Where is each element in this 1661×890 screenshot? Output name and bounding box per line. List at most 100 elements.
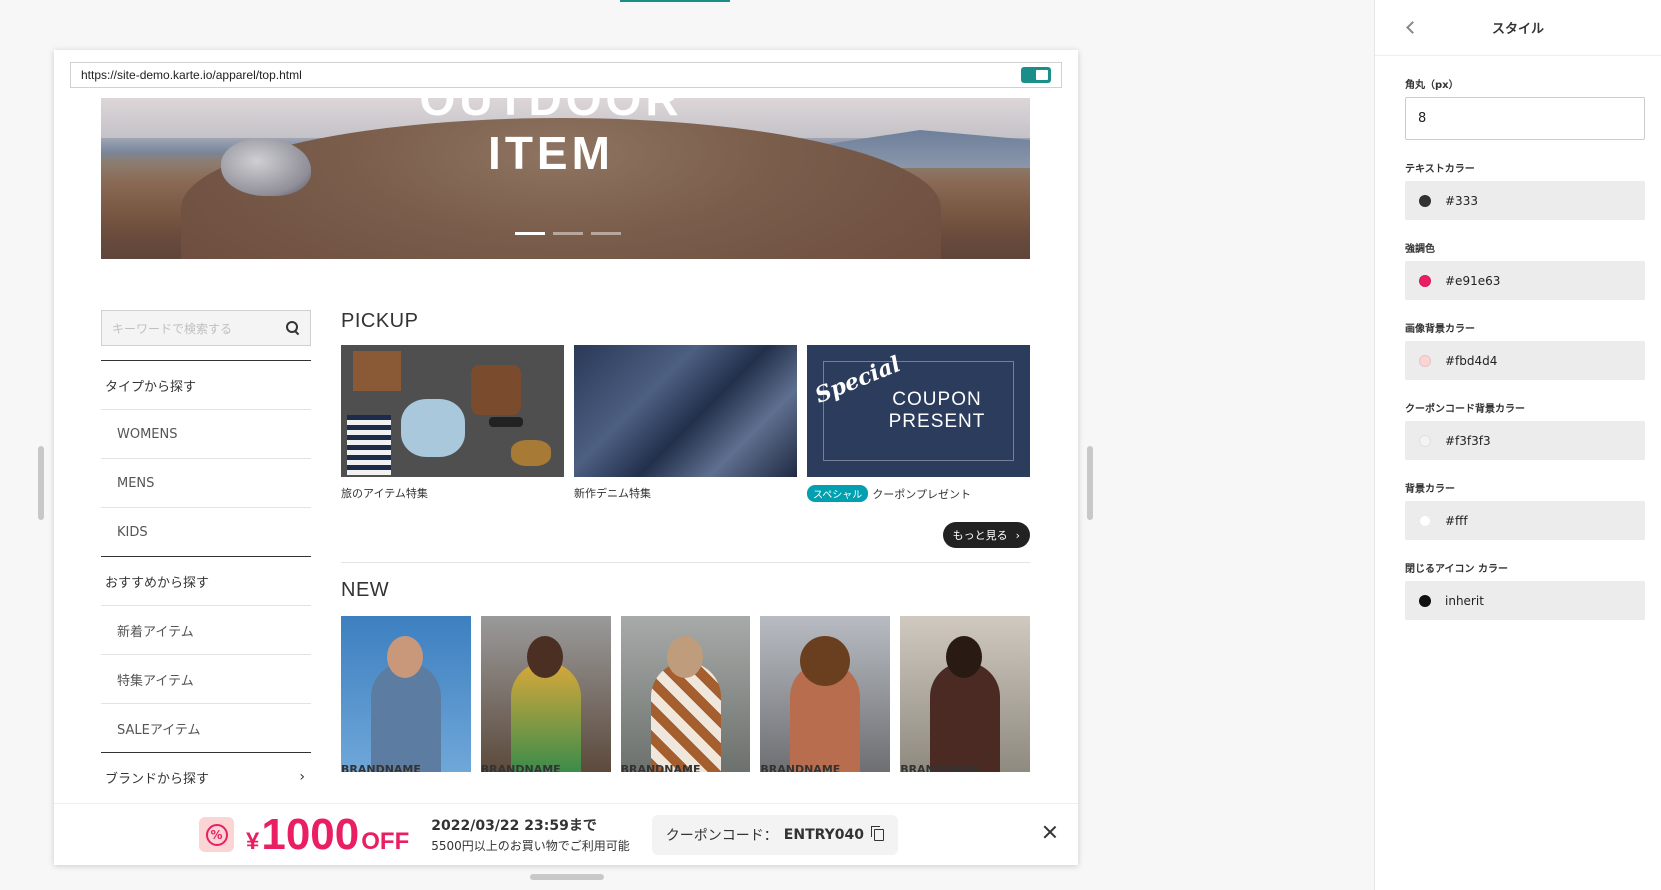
accent-color-field: 強調色 #e91e63 xyxy=(1405,240,1645,300)
menu-item-new-items[interactable]: 新着アイテム xyxy=(101,605,311,654)
discount-amount: ¥ 1000 OFF xyxy=(246,810,409,860)
main-content: PICKUP 旅のアイテム特集 新作デニム特集 Special COUPON P… xyxy=(341,310,1030,772)
menu-item-kids[interactable]: KIDS xyxy=(101,507,311,556)
new-product-card[interactable]: BRANDNAME xyxy=(900,616,1030,772)
bg-color-value: #fff xyxy=(1445,513,1468,528)
pickup-card-denim[interactable]: 新作デニム特集 xyxy=(574,345,797,502)
pickup-grid: 旅のアイテム特集 新作デニム特集 Special COUPON PRESENT xyxy=(341,345,1030,502)
coupon-image-line1: COUPON xyxy=(892,389,982,410)
new-product-card[interactable]: BRANDNAME xyxy=(760,616,891,772)
discount-number: 1000 xyxy=(261,809,360,859)
menu-item-recommend[interactable]: おすすめから探す xyxy=(101,556,311,605)
menu-item-sale-items[interactable]: SALEアイテム xyxy=(101,703,311,752)
color-swatch[interactable] xyxy=(1419,594,1431,607)
coupon-code-bg-color-field: クーポンコード背景カラー #f3f3f3 xyxy=(1405,400,1645,460)
menu-item-label: タイプから探す xyxy=(105,379,197,395)
radius-label: 角丸（px） xyxy=(1405,80,1459,91)
menu-item-womens[interactable]: WOMENS xyxy=(101,409,311,458)
product-brand-label: BRANDNAME xyxy=(480,763,561,772)
new-product-card[interactable]: BRANDNAME xyxy=(620,616,751,772)
pickup-image-denim xyxy=(574,345,797,477)
pickup-title: PICKUP xyxy=(341,310,419,332)
color-swatch[interactable] xyxy=(1419,434,1431,447)
text-color-value: #333 xyxy=(1445,193,1478,208)
bottom-resize-handle[interactable] xyxy=(530,874,604,880)
color-swatch[interactable] xyxy=(1419,274,1431,287)
new-product-card[interactable]: BRANDNAME xyxy=(480,616,611,772)
section-divider xyxy=(341,562,1030,563)
coupon-code-bg-color-input[interactable]: #f3f3f3 xyxy=(1405,421,1645,460)
carousel-dot-3[interactable] xyxy=(591,232,621,235)
radius-field: 角丸（px） 8 xyxy=(1405,76,1645,140)
right-resize-handle[interactable] xyxy=(1087,446,1093,520)
coupon-bar: % ¥ 1000 OFF 2022/03/22 23:59まで 5500円以上の… xyxy=(54,803,1078,865)
bg-color-field: 背景カラー #fff xyxy=(1405,480,1645,540)
coupon-image-text: COUPON PRESENT xyxy=(867,389,1007,433)
pickup-card-travel[interactable]: 旅のアイテム特集 xyxy=(341,345,564,502)
menu-item-type[interactable]: タイプから探す xyxy=(101,360,311,409)
menu-item-brand[interactable]: ブランドから探す › xyxy=(101,752,311,801)
menu-item-mens[interactable]: MENS xyxy=(101,458,311,507)
menu-item-label: おすすめから探す xyxy=(105,575,210,591)
image-bg-color-input[interactable]: #fbd4d4 xyxy=(1405,341,1645,380)
radius-input[interactable]: 8 xyxy=(1405,97,1645,140)
carousel-dots xyxy=(515,232,621,235)
percent-icon: % xyxy=(205,823,228,846)
menu-item-label: SALEアイテム xyxy=(117,722,201,738)
color-swatch[interactable] xyxy=(1419,354,1431,367)
more-button[interactable]: もっと見る › xyxy=(942,522,1030,548)
search-icon[interactable] xyxy=(286,321,300,335)
menu-item-label: MENS xyxy=(117,475,155,491)
product-brand-label: BRANDNAME xyxy=(900,763,981,772)
text-color-label: テキストカラー xyxy=(1405,164,1475,175)
special-badge: スペシャル xyxy=(807,485,869,502)
accent-color-label: 強調色 xyxy=(1405,244,1435,255)
bg-color-label: 背景カラー xyxy=(1405,484,1455,495)
image-bg-color-value: #fbd4d4 xyxy=(1445,353,1498,368)
text-color-input[interactable]: #333 xyxy=(1405,181,1645,220)
close-icon[interactable] xyxy=(1042,824,1058,840)
search-placeholder: キーワードで検索する xyxy=(112,321,233,336)
close-icon-color-input[interactable]: inherit xyxy=(1405,581,1645,620)
new-product-card[interactable]: BRANDNAME xyxy=(341,616,471,772)
active-tab-indicator xyxy=(620,0,730,2)
left-resize-handle[interactable] xyxy=(38,446,44,520)
coupon-code-box[interactable]: クーポンコード： ENTRY040 xyxy=(651,814,899,855)
color-swatch[interactable] xyxy=(1419,514,1431,527)
hero-title: OUTDOOR ITEM xyxy=(419,98,683,179)
site-preview: https://site-demo.karte.io/apparel/top.h… xyxy=(54,50,1078,865)
new-title: NEW xyxy=(341,579,390,601)
pickup-caption: 旅のアイテム特集 xyxy=(341,485,564,501)
coupon-image-bg: % xyxy=(199,817,234,852)
panel-header: スタイル xyxy=(1375,0,1661,56)
carousel-dot-1[interactable] xyxy=(515,232,545,235)
coupon-code: ENTRY040 xyxy=(783,826,865,843)
back-icon[interactable] xyxy=(1405,20,1415,34)
pickup-caption: 新作デニム特集 xyxy=(574,485,797,501)
pickup-card-coupon[interactable]: Special COUPON PRESENT スペシャル クーポンプレゼント xyxy=(807,345,1030,502)
menu-item-label: 特集アイテム xyxy=(117,673,194,689)
chevron-right-icon: › xyxy=(299,769,305,785)
hero-banner[interactable]: OUTDOOR ITEM xyxy=(101,98,1030,259)
preview-toggle[interactable] xyxy=(1021,67,1051,83)
copy-icon[interactable] xyxy=(871,825,885,841)
product-brand-label: BRANDNAME xyxy=(341,763,421,772)
url-bar[interactable]: https://site-demo.karte.io/apparel/top.h… xyxy=(70,62,1062,88)
editor-stage: https://site-demo.karte.io/apparel/top.h… xyxy=(0,0,1661,890)
search-input[interactable]: キーワードで検索する xyxy=(101,310,311,346)
accent-color-input[interactable]: #e91e63 xyxy=(1405,261,1645,300)
bg-color-input[interactable]: #fff xyxy=(1405,501,1645,540)
product-brand-label: BRANDNAME xyxy=(620,763,701,772)
carousel-dot-2[interactable] xyxy=(553,232,583,235)
menu-item-feature-items[interactable]: 特集アイテム xyxy=(101,654,311,703)
pickup-caption-text: 新作デニム特集 xyxy=(574,487,651,500)
pickup-caption-text: クーポンプレゼント xyxy=(872,487,971,501)
close-icon-color-field: 閉じるアイコン カラー inherit xyxy=(1405,560,1645,620)
color-swatch[interactable] xyxy=(1419,194,1431,207)
close-icon-color-value: inherit xyxy=(1445,593,1484,608)
sidebar: キーワードで検索する タイプから探す WOMENS MENS KIDS おすすめ… xyxy=(101,310,311,801)
more-button-label: もっと見る xyxy=(952,529,1008,542)
pickup-caption-text: 旅のアイテム特集 xyxy=(341,487,428,500)
menu-item-label: 新着アイテム xyxy=(117,624,194,640)
coupon-code-bg-color-label: クーポンコード背景カラー xyxy=(1405,404,1525,415)
